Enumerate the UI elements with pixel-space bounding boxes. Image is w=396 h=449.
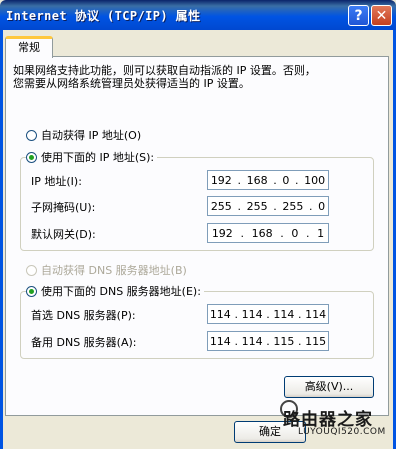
close-button[interactable]: ✕ (371, 5, 392, 26)
octet: 1 (317, 226, 325, 240)
advanced-button[interactable]: 高级(V)... (284, 376, 374, 398)
subnet-mask-label: 子网掩码(U): (31, 201, 96, 214)
auto-ip-radio[interactable]: 自动获得 IP 地址(O) (26, 128, 141, 142)
manual-ip-radio[interactable]: 使用下面的 IP 地址(S): (26, 150, 158, 164)
default-gateway-label: 默认网关(D): (31, 228, 96, 241)
octet: 0 (291, 226, 299, 240)
octet: 255 (246, 199, 268, 213)
octet: 0 (318, 199, 326, 213)
description-line: 如果网络支持此功能，则可以获取自动指派的 IP 设置。否则， (13, 64, 316, 77)
octet: 192 (210, 173, 232, 187)
help-button[interactable]: ? (348, 5, 369, 26)
preferred-dns-label: 首选 DNS 服务器(P): (31, 309, 136, 322)
auto-dns-radio[interactable]: 自动获得 DNS 服务器地址(B) (26, 263, 187, 277)
octet: 100 (304, 173, 326, 187)
alternate-dns-input[interactable]: 114. 114. 115. 115 (207, 331, 329, 351)
octet: 115 (305, 334, 327, 348)
window-title: Internet 协议 (TCP/IP) 属性 (6, 9, 201, 23)
octet: 115 (273, 334, 295, 348)
auto-dns-label: 自动获得 DNS 服务器地址(B) (41, 264, 187, 277)
octet: 0 (282, 173, 290, 187)
close-icon: ✕ (375, 8, 388, 24)
octet: 114 (273, 307, 295, 321)
manual-dns-radio-circle[interactable] (26, 285, 37, 297)
manual-dns-label: 使用下面的 DNS 服务器地址(E): (41, 285, 201, 298)
octet: 168 (251, 226, 273, 240)
octet: 192 (211, 226, 233, 240)
octet: 114 (241, 307, 263, 321)
octet: 114 (305, 307, 327, 321)
manual-dns-radio[interactable]: 使用下面的 DNS 服务器地址(E): (26, 284, 204, 298)
auto-ip-radio-circle[interactable] (26, 129, 37, 141)
preferred-dns-input[interactable]: 114. 114. 114. 114 (207, 304, 329, 324)
octet: 168 (246, 173, 268, 187)
tab-general-label: 常规 (18, 41, 40, 54)
auto-dns-radio-circle[interactable] (26, 264, 37, 276)
alternate-dns-label: 备用 DNS 服务器(A): (31, 336, 137, 349)
description-text: 如果网络支持此功能，则可以获取自动指派的 IP 设置。否则， 您需要从网络系统管… (13, 64, 373, 90)
ip-address-input[interactable]: 192. 168. 0. 100 (207, 170, 329, 190)
help-icon: ? (354, 8, 363, 24)
title-bar[interactable]: Internet 协议 (TCP/IP) 属性 ? ✕ (0, 0, 396, 30)
description-line: 您需要从网络系统管理员处获得适当的 IP 设置。 (13, 77, 250, 90)
default-gateway-input[interactable]: 192. 168. 0. 1 (207, 223, 329, 243)
subnet-mask-input[interactable]: 255. 255. 255. 0 (207, 196, 329, 216)
octet: 255 (210, 199, 232, 213)
octet: 114 (241, 334, 263, 348)
ip-address-label: IP 地址(I): (31, 175, 82, 188)
auto-ip-label: 自动获得 IP 地址(O) (41, 129, 142, 142)
octet: 114 (209, 307, 231, 321)
watermark-url: LUYOUQI520.COM (298, 427, 386, 437)
octet: 114 (209, 334, 231, 348)
octet: 255 (282, 199, 304, 213)
manual-ip-radio-circle[interactable] (26, 151, 37, 163)
tab-general[interactable]: 常规 (5, 36, 53, 58)
manual-ip-label: 使用下面的 IP 地址(S): (41, 151, 155, 164)
